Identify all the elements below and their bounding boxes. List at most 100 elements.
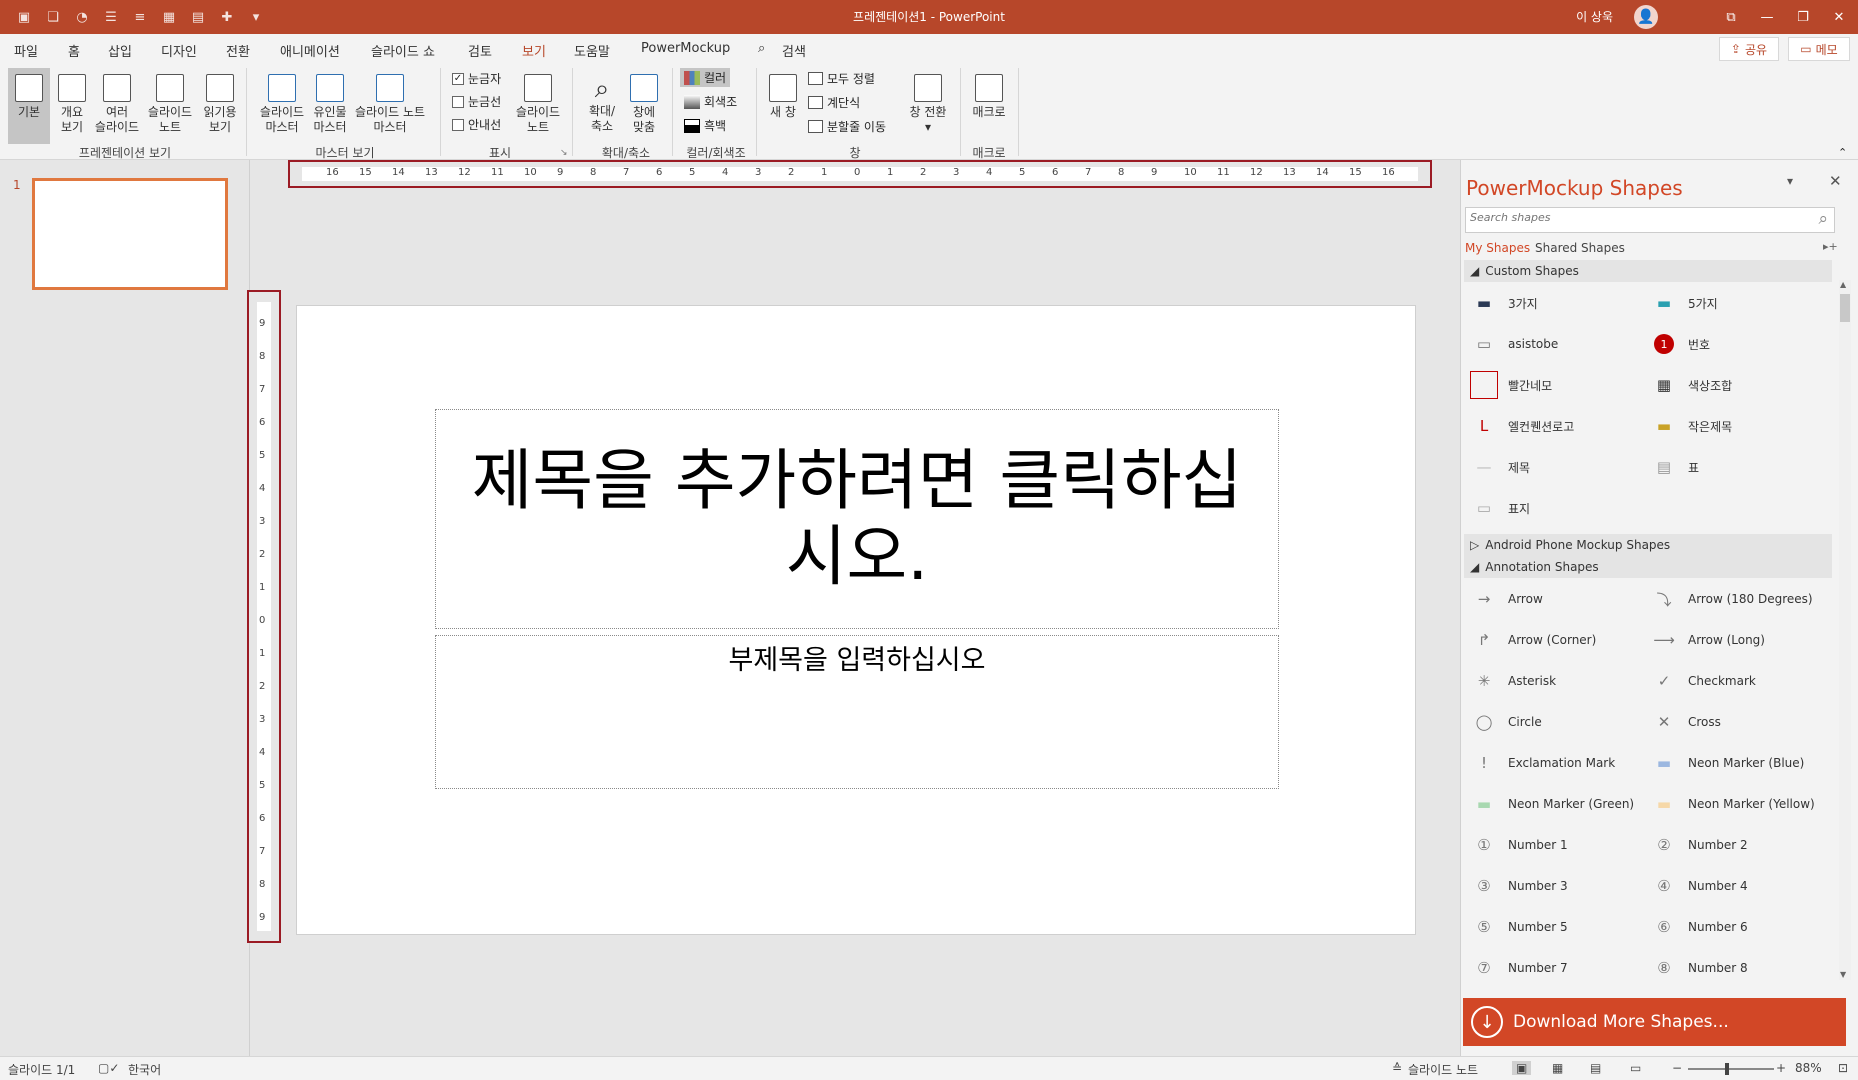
- shape-item[interactable]: ⤵ Arrow (180 Degrees): [1650, 588, 1812, 610]
- shape-item[interactable]: ▬ 5가지: [1650, 292, 1718, 314]
- avatar[interactable]: 👤: [1634, 5, 1658, 29]
- fit-slide-icon[interactable]: ⊡: [1838, 1061, 1848, 1075]
- macros-button[interactable]: 매크로: [966, 68, 1012, 120]
- search-icon[interactable]: ⌕: [758, 41, 765, 56]
- view-reading-button[interactable]: 읽기용 보기: [198, 68, 242, 135]
- shape-item[interactable]: ⑦ Number 7: [1470, 957, 1567, 979]
- dialog-launcher-icon[interactable]: ↘: [560, 148, 568, 158]
- shape-item[interactable]: ▬ Neon Marker (Blue): [1650, 752, 1804, 774]
- search-shapes-field[interactable]: ⌕: [1465, 207, 1835, 233]
- zoom-out-icon[interactable]: −: [1672, 1061, 1682, 1075]
- shape-item[interactable]: ▦ 색상조합: [1650, 374, 1732, 396]
- shape-item[interactable]: ▭ 표지: [1470, 497, 1530, 519]
- notes-toggle[interactable]: 슬라이드 노트: [1408, 1061, 1478, 1078]
- user-name[interactable]: 이 상욱: [1576, 8, 1613, 25]
- shape-item[interactable]: ▬ 3가지: [1470, 292, 1538, 314]
- comment-button[interactable]: ▭ 메모: [1788, 37, 1850, 61]
- color-button[interactable]: 컬러: [680, 68, 731, 87]
- tab-my-shapes[interactable]: My Shapes: [1465, 241, 1530, 255]
- collapse-ribbon-icon[interactable]: ⌃: [1838, 146, 1847, 159]
- shape-item[interactable]: ▬ Neon Marker (Yellow): [1650, 793, 1815, 815]
- pane-close-icon[interactable]: ✕: [1829, 172, 1842, 190]
- arrange-all-button[interactable]: 모두 정렬: [808, 70, 875, 87]
- fit-to-window-button[interactable]: 창에 맞춤: [626, 68, 662, 135]
- language-indicator[interactable]: 한국어: [128, 1061, 161, 1078]
- slide-sorter-icon[interactable]: ▦: [1552, 1061, 1563, 1075]
- tab-file[interactable]: 파일: [14, 41, 38, 60]
- shape-item[interactable]: 1 번호: [1650, 333, 1710, 355]
- shape-item[interactable]: ⟶ Arrow (Long): [1650, 629, 1765, 651]
- reading-view-icon[interactable]: ▤: [1590, 1061, 1601, 1075]
- close-button[interactable]: ✕: [1824, 6, 1854, 28]
- subtitle-placeholder[interactable]: 부제목을 입력하십시오: [435, 635, 1279, 789]
- zoom-slider[interactable]: [1688, 1063, 1774, 1075]
- scrollbar[interactable]: ▲ ▼: [1839, 280, 1851, 980]
- shape-item[interactable]: ⑤ Number 5: [1470, 916, 1567, 938]
- notes-master-button[interactable]: 슬라이드 노트 마스터: [352, 68, 428, 135]
- grayscale-button[interactable]: 회색조: [680, 92, 741, 111]
- shape-item[interactable]: ▭ asistobe: [1470, 333, 1558, 355]
- tab-insert[interactable]: 삽입: [108, 41, 132, 60]
- search-input[interactable]: [1470, 211, 1800, 224]
- spell-check-icon[interactable]: ▢✓: [98, 1061, 119, 1075]
- slide-thumbnail[interactable]: [32, 178, 228, 290]
- section-annotation-shapes[interactable]: ◢ Annotation Shapes: [1464, 556, 1832, 578]
- tab-design[interactable]: 디자인: [161, 41, 197, 60]
- minimize-button[interactable]: —: [1752, 6, 1782, 28]
- tab-help[interactable]: 도움말: [574, 41, 610, 60]
- title-placeholder[interactable]: 제목을 추가하려면 클릭하십시오.: [435, 409, 1279, 629]
- shape-item[interactable]: ↱ Arrow (Corner): [1470, 629, 1597, 651]
- shape-item[interactable]: — 제목: [1470, 456, 1531, 478]
- section-custom-shapes[interactable]: ◢ Custom Shapes: [1464, 260, 1832, 282]
- zoom-level[interactable]: 88%: [1795, 1061, 1822, 1075]
- tab-shared-shapes[interactable]: Shared Shapes: [1535, 241, 1625, 255]
- tab-home[interactable]: 홈: [68, 41, 80, 60]
- black-white-button[interactable]: 흑백: [680, 116, 730, 135]
- shape-item[interactable]: L 엘컨퀜션로고: [1470, 415, 1574, 437]
- slide-canvas[interactable]: 제목을 추가하려면 클릭하십시오. 부제목을 입력하십시오: [296, 305, 1416, 935]
- notes-button[interactable]: 슬라이드 노트: [512, 68, 564, 135]
- slideshow-icon[interactable]: ▭: [1630, 1061, 1641, 1075]
- tab-search[interactable]: 검색: [782, 41, 806, 60]
- switch-windows-button[interactable]: 창 전환 ▾: [904, 68, 952, 135]
- slide-master-button[interactable]: 슬라이드 마스터: [254, 68, 310, 135]
- tab-animations[interactable]: 애니메이션: [280, 41, 340, 60]
- tab-slideshow[interactable]: 슬라이드 쇼: [371, 41, 435, 60]
- cascade-button[interactable]: 계단식: [808, 94, 860, 111]
- view-outline-button[interactable]: 개요 보기: [52, 68, 92, 135]
- notes-toggle-icon[interactable]: ≙: [1392, 1061, 1402, 1075]
- guides-checkbox[interactable]: 안내선: [452, 116, 501, 133]
- new-window-button[interactable]: 새 창: [762, 68, 804, 120]
- expand-plus-icon[interactable]: ▸+: [1823, 240, 1838, 253]
- shape-item[interactable]: ② Number 2: [1650, 834, 1747, 856]
- shape-item[interactable]: ◯ Circle: [1470, 711, 1542, 733]
- zoom-slider-handle[interactable]: [1725, 1063, 1729, 1075]
- gridlines-checkbox[interactable]: 눈금선: [452, 93, 501, 110]
- ruler-checkbox[interactable]: ✓ 눈금자: [452, 70, 501, 87]
- pane-options-icon[interactable]: ▾: [1787, 174, 1793, 188]
- view-normal-button[interactable]: 기본: [8, 68, 50, 144]
- shape-item[interactable]: ! Exclamation Mark: [1470, 752, 1615, 774]
- shape-item[interactable]: → Arrow: [1470, 588, 1543, 610]
- tab-powermockup[interactable]: PowerMockup: [641, 41, 730, 56]
- tab-transitions[interactable]: 전환: [226, 41, 250, 60]
- scroll-up-icon[interactable]: ▲: [1840, 280, 1850, 290]
- ribbon-display-button[interactable]: ⧉: [1716, 6, 1746, 28]
- shape-item[interactable]: ▤ 표: [1650, 456, 1699, 478]
- handout-master-button[interactable]: 유인물 마스터: [306, 68, 354, 135]
- search-icon[interactable]: ⌕: [1818, 209, 1828, 229]
- shape-item[interactable]: ① Number 1: [1470, 834, 1567, 856]
- shape-item[interactable]: ③ Number 3: [1470, 875, 1567, 897]
- normal-view-icon[interactable]: ▣: [1512, 1061, 1532, 1075]
- zoom-button[interactable]: ⌕ 확대/ 축소: [582, 68, 622, 134]
- tab-view[interactable]: 보기: [522, 41, 546, 66]
- view-slide-sorter-button[interactable]: 여러 슬라이드: [92, 68, 142, 135]
- restore-button[interactable]: ❐: [1788, 6, 1818, 28]
- shape-item[interactable]: ✳ Asterisk: [1470, 670, 1556, 692]
- scroll-down-icon[interactable]: ▼: [1840, 970, 1850, 980]
- share-button[interactable]: ⇪ 공유: [1719, 37, 1779, 61]
- zoom-in-icon[interactable]: +: [1776, 1061, 1786, 1075]
- shape-item[interactable]: ④ Number 4: [1650, 875, 1747, 897]
- move-split-button[interactable]: 분할줄 이동: [808, 118, 886, 135]
- download-more-shapes-button[interactable]: ↓ Download More Shapes...: [1463, 998, 1846, 1046]
